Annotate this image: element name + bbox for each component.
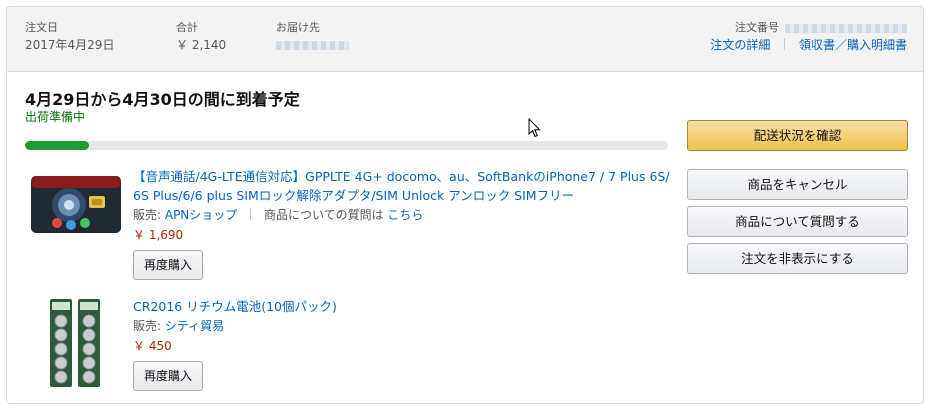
hide-order-button[interactable]: 注文を非表示にする bbox=[687, 243, 908, 274]
order-date-label: 注文日 bbox=[25, 21, 58, 34]
track-package-button[interactable]: 配送状況を確認 bbox=[687, 120, 908, 151]
order-number-row: 注文番号 bbox=[710, 21, 907, 35]
ship-to-name-redacted[interactable] bbox=[276, 41, 349, 50]
link-divider bbox=[784, 38, 786, 50]
item-seller-row: 販売: シティ貿易 bbox=[133, 317, 678, 335]
order-details-link[interactable]: 注文の詳細 bbox=[710, 38, 770, 52]
order-number-redacted bbox=[785, 23, 907, 33]
question-link[interactable]: こちら bbox=[387, 208, 423, 222]
order-actions: 配送状況を確認 商品をキャンセル 商品について質問する 注文を非表示にする bbox=[687, 120, 908, 274]
ship-to-value-row bbox=[276, 36, 349, 54]
seller-label: 販売: bbox=[133, 319, 165, 333]
buy-again-button[interactable]: 再度購入 bbox=[133, 250, 204, 280]
item-price: ￥ 450 bbox=[133, 339, 172, 353]
ask-product-question-button[interactable]: 商品について質問する bbox=[687, 206, 908, 237]
sim-adapter-product-image[interactable] bbox=[31, 169, 121, 259]
order-links: 注文の詳細 領収書／購入明細書 bbox=[710, 36, 907, 54]
shipment-progress-bar bbox=[25, 141, 668, 150]
ship-to-label: お届け先 bbox=[276, 21, 320, 34]
ship-to-block: お届け先 bbox=[276, 21, 349, 54]
item-price: ￥ 1,690 bbox=[133, 228, 184, 242]
seller-link[interactable]: APNショップ bbox=[165, 208, 237, 222]
buy-again-button[interactable]: 再度購入 bbox=[133, 361, 204, 391]
seller-label: 販売: bbox=[133, 208, 165, 222]
order-number-label: 注文番号 bbox=[735, 21, 779, 34]
shipment-progress-fill bbox=[25, 141, 90, 150]
order-date-block: 注文日 2017年4月29日 bbox=[25, 21, 114, 54]
shipment-status: 出荷準備中 bbox=[25, 110, 86, 124]
order-number-block: 注文番号 注文の詳細 領収書／購入明細書 bbox=[710, 21, 907, 54]
item-details: CR2016 リチウム電池(10個パック) 販売: シティ貿易 ￥ 450 再度… bbox=[133, 297, 678, 391]
battery-pack-product-image[interactable] bbox=[31, 299, 121, 389]
question-label: 商品についての質問は bbox=[263, 208, 388, 222]
item-seller-row: 販売: APNショップ 商品についての質問は こちら bbox=[133, 206, 678, 224]
mouse-pointer-icon bbox=[528, 118, 541, 138]
order-card: 注文日 2017年4月29日 合計 ￥ 2,140 お届け先 注文番号 注文の詳… bbox=[6, 6, 924, 404]
order-total-block: 合計 ￥ 2,140 bbox=[176, 21, 226, 54]
order-total-label: 合計 bbox=[176, 21, 198, 34]
delivery-estimate-title: 4月29日から4月30日の間に到着予定 bbox=[25, 90, 300, 109]
receipt-link[interactable]: 領収書／購入明細書 bbox=[799, 38, 907, 52]
order-date-value: 2017年4月29日 bbox=[25, 38, 115, 52]
order-total-value: ￥ 2,140 bbox=[176, 38, 227, 52]
seller-link[interactable]: シティ貿易 bbox=[165, 319, 224, 333]
item-title-link[interactable]: CR2016 リチウム電池(10個パック) bbox=[133, 297, 678, 316]
item-title-link[interactable]: 【音声通話/4G-LTE通信対応】GPPLTE 4G+ docomo、au、So… bbox=[133, 167, 678, 205]
order-header: 注文日 2017年4月29日 合計 ￥ 2,140 お届け先 注文番号 注文の詳… bbox=[7, 7, 923, 72]
meta-divider bbox=[250, 208, 252, 220]
item-details: 【音声通話/4G-LTE通信対応】GPPLTE 4G+ docomo、au、So… bbox=[133, 167, 678, 280]
cancel-items-button[interactable]: 商品をキャンセル bbox=[687, 169, 908, 200]
